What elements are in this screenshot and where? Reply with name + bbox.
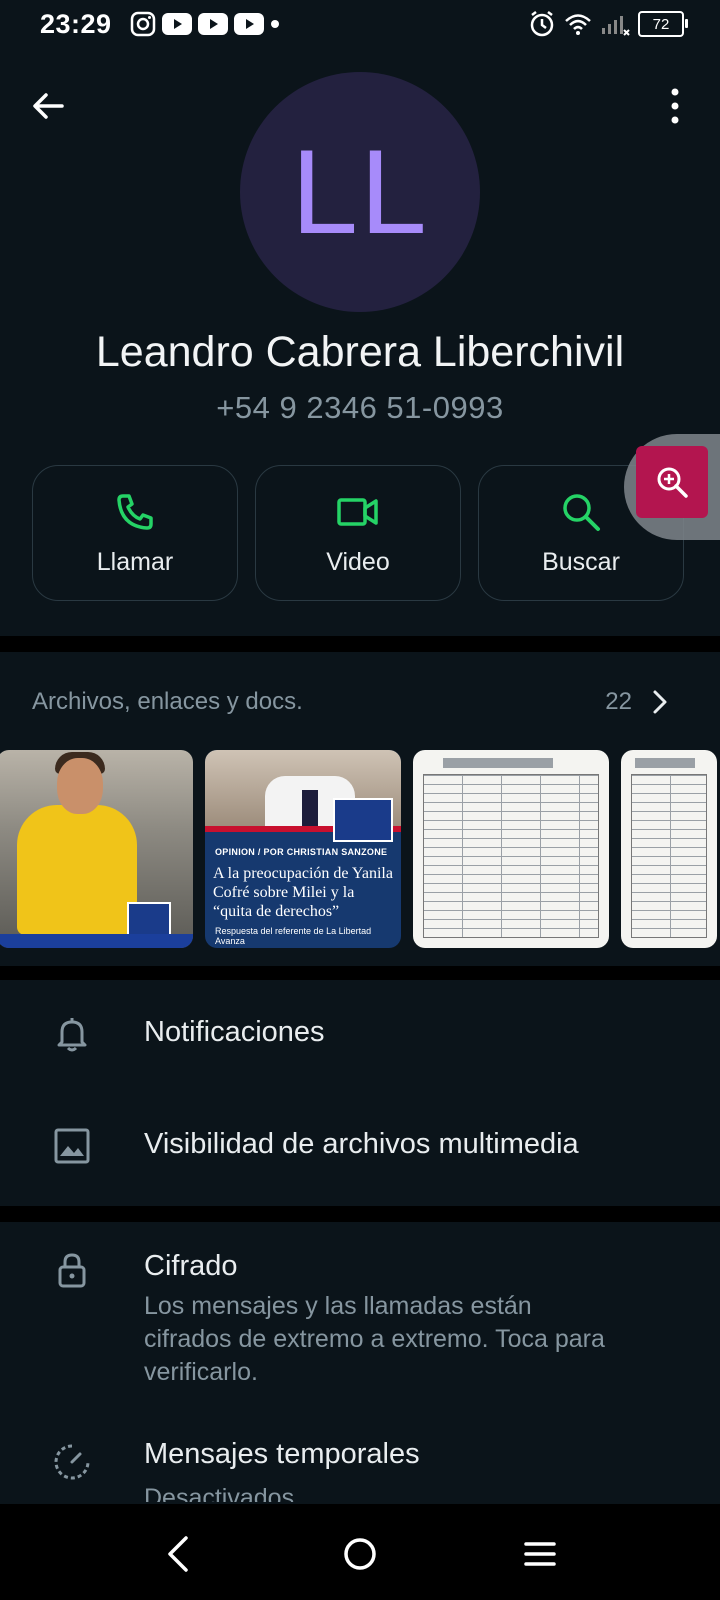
chevron-right-icon[interactable]: [648, 688, 672, 716]
article-kicker: OPINION / POR CHRISTIAN SANZONE: [215, 847, 388, 857]
encryption-description: Los mensajes y las llamadas están cifrad…: [144, 1292, 605, 1386]
media-count: 22: [605, 688, 632, 715]
document-table: [631, 774, 707, 938]
disappearing-messages-row[interactable]: Mensajes temporales Desactivados: [0, 1418, 720, 1502]
timer-icon: [54, 1444, 90, 1480]
alarm-icon: [530, 11, 554, 37]
signal-icon: [602, 16, 630, 36]
bell-icon: [57, 1018, 87, 1052]
youtube-icon: [162, 13, 192, 35]
contact-name: Leandro Cabrera Liberchivil: [95, 328, 625, 376]
quick-actions: Llamar Video Buscar: [32, 465, 684, 601]
thumbnail-footer-bar: [0, 934, 193, 948]
battery-icon: 72: [638, 11, 688, 37]
system-icons: 72: [528, 10, 688, 38]
media-thumbnail-photo[interactable]: [0, 750, 193, 948]
call-button[interactable]: Llamar: [32, 465, 238, 601]
media-visibility-label: Visibilidad de archivos multimedia: [144, 1128, 579, 1160]
section-divider: [0, 636, 720, 652]
media-title: Archivos, enlaces y docs.: [32, 688, 303, 715]
article-photo-tie: [302, 790, 318, 826]
zoom-in-icon: [657, 467, 688, 498]
contact-phone: +54 9 2346 51-0993: [216, 390, 504, 425]
youtube-icon: [234, 13, 264, 35]
video-icon: [337, 497, 378, 526]
nav-home-icon[interactable]: [338, 1532, 382, 1576]
media-thumbnail-document[interactable]: [621, 750, 717, 948]
encryption-row[interactable]: Cifrado Los mensajes y las llamadas está…: [0, 1222, 720, 1412]
document-header: [635, 758, 695, 768]
media-thumbnails: OPINION / POR CHRISTIAN SANZONE A la pre…: [0, 750, 717, 948]
media-visibility-row[interactable]: Visibilidad de archivos multimedia: [0, 1092, 720, 1204]
more-options-icon[interactable]: [660, 84, 690, 128]
newspaper-logo-icon: [333, 798, 393, 842]
article-subtitle: Respuesta del referente de La Libertad A…: [215, 926, 372, 946]
nav-recents-icon[interactable]: [518, 1532, 562, 1576]
settings-group-1: Notificaciones Visibilidad de archivos m…: [0, 980, 720, 1206]
section-divider: [0, 1206, 720, 1222]
disappearing-value: Desactivados: [144, 1484, 295, 1502]
battery-level: 72: [652, 15, 670, 33]
contact-header: LL Leandro Cabrera Liberchivil +54 9 234…: [0, 48, 720, 640]
status-bar: 23:29 72: [0, 0, 720, 48]
avatar-initials: LL: [291, 125, 429, 259]
encryption-title: Cifrado: [144, 1250, 238, 1282]
section-divider: [0, 966, 720, 980]
nav-back-icon[interactable]: [158, 1532, 202, 1576]
video-button[interactable]: Video: [255, 465, 461, 601]
phone-icon: [117, 493, 153, 530]
notifications-row[interactable]: Notificaciones: [0, 980, 720, 1092]
media-thumbnail-article[interactable]: OPINION / POR CHRISTIAN SANZONE A la pre…: [205, 750, 401, 948]
status-time: 23:29: [40, 9, 112, 39]
document-table: [423, 774, 599, 938]
lock-icon: [58, 1253, 86, 1288]
magnifier-button[interactable]: [636, 446, 708, 518]
dot-icon: [271, 20, 279, 28]
article-headline: A la preocupación de Yanila Cofré sobre …: [213, 865, 393, 920]
media-section[interactable]: Archivos, enlaces y docs. 22 OPINION / P…: [0, 652, 720, 966]
notifications-label: Notificaciones: [144, 1016, 325, 1048]
person-head: [57, 758, 103, 814]
back-arrow-icon[interactable]: [26, 84, 70, 128]
document-header: [443, 758, 553, 768]
video-label: Video: [326, 547, 390, 576]
disappearing-title: Mensajes temporales: [144, 1438, 420, 1470]
avatar[interactable]: LL: [240, 72, 480, 312]
search-label: Buscar: [542, 547, 620, 576]
instagram-icon: [130, 11, 156, 37]
settings-group-2: Cifrado Los mensajes y las llamadas está…: [0, 1222, 720, 1502]
wifi-icon: [565, 14, 591, 35]
system-nav-bar: [0, 1504, 720, 1600]
search-icon: [563, 493, 600, 531]
image-icon: [54, 1128, 90, 1164]
call-label: Llamar: [96, 547, 174, 576]
youtube-icon: [198, 13, 228, 35]
media-thumbnail-document[interactable]: [413, 750, 609, 948]
person-figure: [17, 805, 137, 935]
notification-icons: [130, 11, 280, 37]
